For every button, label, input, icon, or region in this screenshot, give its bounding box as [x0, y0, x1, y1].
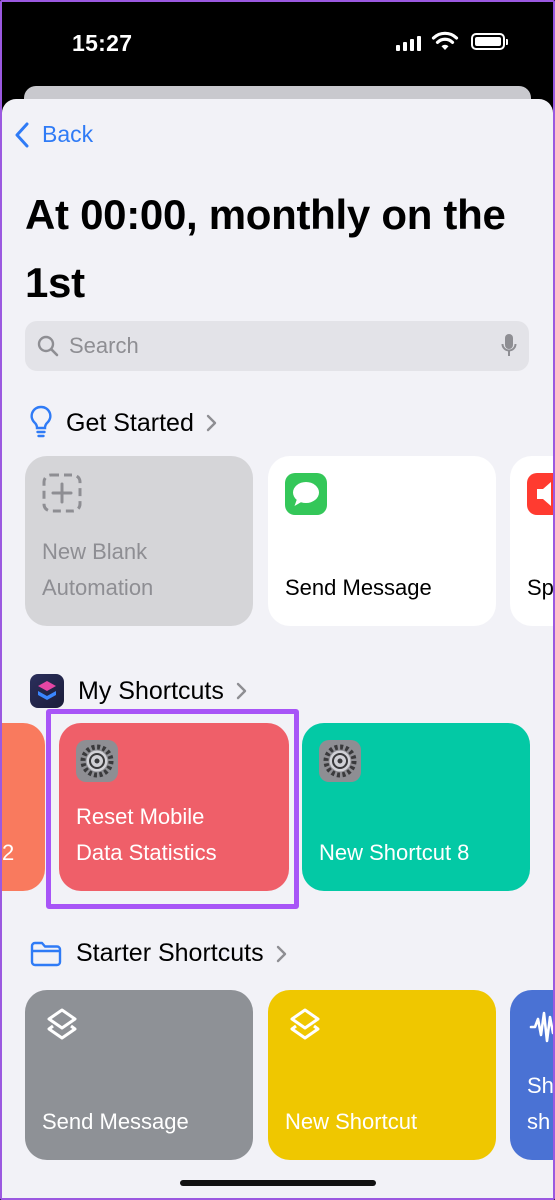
- card-label: New Shortcut 8: [319, 840, 470, 865]
- layers-icon: [47, 1008, 77, 1040]
- search-input[interactable]: [69, 333, 501, 359]
- add-square-icon: [42, 473, 82, 513]
- card-label: Reset Mobile Data Statistics: [76, 804, 217, 865]
- chevron-left-icon: [15, 122, 29, 147]
- send-message-card[interactable]: Send Message: [268, 456, 496, 626]
- section-title: Get Started: [66, 408, 194, 437]
- speaker-app-icon: [527, 473, 553, 515]
- starter-send-message-card[interactable]: Send Message: [25, 990, 253, 1160]
- back-button[interactable]: Back: [14, 121, 93, 148]
- status-bar: 15:27: [0, 0, 555, 90]
- folder-icon: [30, 941, 62, 966]
- new-blank-automation-card[interactable]: New Blank Automation: [25, 456, 253, 626]
- card-label: Send Message: [42, 1109, 189, 1134]
- new-shortcut-8-card[interactable]: New Shortcut 8: [302, 723, 530, 891]
- shortcut-card-partial[interactable]: 2: [2, 723, 45, 891]
- section-title: Starter Shortcuts: [76, 939, 264, 967]
- shortcuts-app-icon: [30, 674, 64, 708]
- cellular-signal-icon: [396, 36, 421, 51]
- starter-shazam-card[interactable]: Sh sh: [510, 990, 553, 1160]
- starter-new-shortcut-card[interactable]: New Shortcut: [268, 990, 496, 1160]
- layers-icon: [290, 1008, 320, 1040]
- card-label: New Shortcut: [285, 1109, 418, 1134]
- back-label: Back: [42, 121, 94, 147]
- lightbulb-icon: [30, 405, 52, 438]
- battery-icon: [471, 33, 508, 50]
- wifi-icon: [431, 31, 459, 50]
- card-label: Sp: [527, 575, 553, 600]
- automation-sheet: Back At 00:00, monthly on the 1st Get St…: [2, 99, 553, 1200]
- page-title: At 00:00, monthly on the 1st: [25, 191, 506, 306]
- search-icon: [37, 335, 59, 357]
- reset-mobile-data-statistics-card[interactable]: Reset Mobile Data Statistics: [59, 723, 289, 891]
- waveform-icon: [529, 1011, 553, 1043]
- chevron-right-icon: [276, 945, 286, 962]
- card-label: Send Message: [285, 575, 432, 600]
- settings-gear-icon: [76, 740, 118, 782]
- card-label: Sh sh: [527, 1073, 553, 1134]
- status-time: 15:27: [72, 30, 133, 56]
- section-get-started[interactable]: Get Started: [30, 405, 217, 441]
- messages-app-icon: [285, 473, 327, 515]
- card-label: New Blank Automation: [42, 539, 154, 600]
- home-indicator[interactable]: [180, 1180, 376, 1186]
- microphone-icon[interactable]: [501, 333, 517, 359]
- section-title: My Shortcuts: [78, 676, 224, 705]
- speak-card[interactable]: Sp: [510, 456, 553, 626]
- section-my-shortcuts[interactable]: My Shortcuts: [30, 674, 247, 708]
- chevron-right-icon: [206, 414, 217, 432]
- chevron-right-icon: [236, 682, 247, 700]
- search-bar[interactable]: [25, 321, 529, 371]
- section-starter-shortcuts[interactable]: Starter Shortcuts: [30, 939, 287, 968]
- settings-gear-icon: [319, 740, 361, 782]
- card-label: 2: [2, 840, 15, 865]
